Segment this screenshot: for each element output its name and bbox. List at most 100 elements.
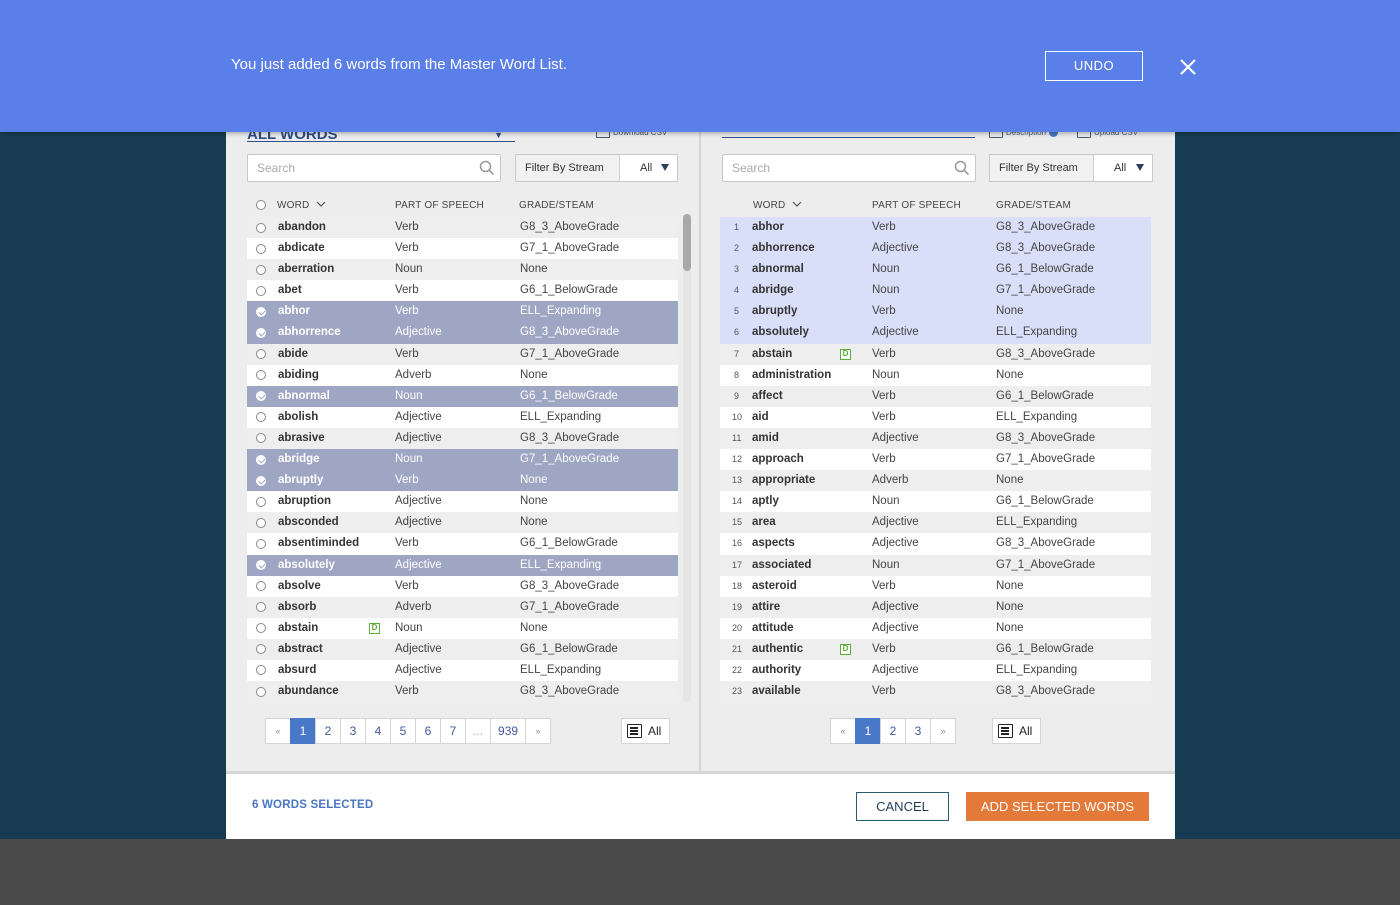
left-scrollbar-thumb[interactable] <box>683 214 691 271</box>
table-row[interactable]: 23 available Verb G8_3_AboveGrade <box>720 681 1151 703</box>
row-radio[interactable] <box>256 644 266 655</box>
table-row[interactable]: absolve Verb G8_3_AboveGrade <box>247 575 678 597</box>
left-search-input[interactable] <box>248 155 468 181</box>
table-row[interactable]: 3 abnormal Noun G6_1_BelowGrade <box>720 259 1151 281</box>
table-row[interactable]: 14 aptly Noun G6_1_BelowGrade <box>720 491 1151 513</box>
checked-radio[interactable] <box>256 327 266 338</box>
page-1-button[interactable]: 1 <box>290 718 316 744</box>
left-scrollbar-track[interactable] <box>683 214 691 702</box>
page-5-button[interactable]: 5 <box>390 718 416 744</box>
select-all-radio[interactable] <box>256 200 266 210</box>
page-3-button[interactable]: 3 <box>340 718 366 744</box>
table-row[interactable]: abide Verb G7_1_AboveGrade <box>247 343 678 365</box>
table-row[interactable]: 22 authority Adjective ELL_Expanding <box>720 659 1151 682</box>
row-radio[interactable] <box>256 581 266 592</box>
right-col-header-word[interactable]: WORD <box>753 200 802 214</box>
table-row[interactable]: 13 appropriate Adverb None <box>720 470 1151 492</box>
right-show-all-button[interactable]: All <box>992 718 1041 744</box>
search-icon[interactable] <box>479 160 495 176</box>
table-row[interactable]: abridge Noun G7_1_AboveGrade <box>247 449 678 471</box>
table-row[interactable]: 9 affect Verb G6_1_BelowGrade <box>720 385 1151 407</box>
checked-radio[interactable] <box>256 454 266 465</box>
row-radio[interactable] <box>256 264 266 275</box>
next-page-button[interactable]: » <box>525 718 552 744</box>
row-radio[interactable] <box>256 222 266 233</box>
page-939-button[interactable]: 939 <box>490 718 527 744</box>
table-row[interactable]: absurd Adjective ELL_Expanding <box>247 659 678 682</box>
cancel-button[interactable]: CANCEL <box>856 792 949 821</box>
table-row[interactable]: abrasive Adjective G8_3_AboveGrade <box>247 427 678 450</box>
table-row[interactable]: abnormal Noun G6_1_BelowGrade <box>247 385 678 407</box>
table-row[interactable]: absorb Adverb G7_1_AboveGrade <box>247 596 678 618</box>
table-row[interactable]: 20 attitude Adjective None <box>720 617 1151 639</box>
close-icon[interactable] <box>1177 56 1199 78</box>
page-7-button[interactable]: 7 <box>440 718 466 744</box>
table-row[interactable]: absentiminded Verb G6_1_BelowGrade <box>247 533 678 555</box>
table-row[interactable]: abet Verb G6_1_BelowGrade <box>247 280 678 302</box>
table-row[interactable]: 4 abridge Noun G7_1_AboveGrade <box>720 280 1151 302</box>
table-row[interactable]: abhorrence Adjective G8_3_AboveGrade <box>247 322 678 344</box>
table-row[interactable]: 5 abruptly Verb None <box>720 301 1151 323</box>
page-2-button[interactable]: 2 <box>315 718 341 744</box>
row-radio[interactable] <box>256 349 266 360</box>
add-selected-words-button[interactable]: ADD SELECTED WORDS <box>966 792 1149 821</box>
page-2-button[interactable]: 2 <box>880 718 906 744</box>
right-filter-by-stream[interactable]: Filter By Stream All <box>989 154 1153 182</box>
prev-page-button[interactable]: « <box>830 718 856 744</box>
table-row[interactable]: 19 attire Adjective None <box>720 596 1151 618</box>
left-search-box[interactable] <box>247 154 501 182</box>
checked-radio[interactable] <box>256 306 266 317</box>
page-6-button[interactable]: 6 <box>415 718 441 744</box>
table-row[interactable]: abhor Verb ELL_Expanding <box>247 301 678 323</box>
row-radio[interactable] <box>256 433 266 444</box>
page-4-button[interactable]: 4 <box>365 718 391 744</box>
row-radio[interactable] <box>256 517 266 528</box>
table-row[interactable]: abdicate Verb G7_1_AboveGrade <box>247 238 678 260</box>
table-row[interactable]: absconded Adjective None <box>247 512 678 534</box>
table-row[interactable]: 6 absolutely Adjective ELL_Expanding <box>720 322 1151 344</box>
table-row[interactable]: 18 asteroid Verb None <box>720 575 1151 597</box>
page-3-button[interactable]: 3 <box>905 718 931 744</box>
table-row[interactable]: 17 associated Noun G7_1_AboveGrade <box>720 554 1151 576</box>
next-page-button[interactable]: » <box>930 718 956 744</box>
row-radio[interactable] <box>256 412 266 423</box>
table-row[interactable]: 21 authentic D Verb G6_1_BelowGrade <box>720 638 1151 660</box>
search-icon[interactable] <box>954 160 970 176</box>
left-filter-by-stream[interactable]: Filter By Stream All <box>515 154 678 182</box>
right-search-box[interactable] <box>722 154 976 182</box>
table-row[interactable]: aberration Noun None <box>247 259 678 281</box>
right-search-input[interactable] <box>723 155 943 181</box>
table-row[interactable]: abolish Adjective ELL_Expanding <box>247 406 678 428</box>
row-radio[interactable] <box>256 665 266 676</box>
table-row[interactable]: 7 abstain D Verb G8_3_AboveGrade <box>720 343 1151 365</box>
table-row[interactable]: abruption Adjective None <box>247 491 678 513</box>
left-show-all-button[interactable]: All <box>621 718 670 744</box>
table-row[interactable]: 2 abhorrence Adjective G8_3_AboveGrade <box>720 238 1151 260</box>
prev-page-button[interactable]: « <box>265 718 291 744</box>
row-radio[interactable] <box>256 686 266 697</box>
table-row[interactable]: absolutely Adjective ELL_Expanding <box>247 554 678 576</box>
table-row[interactable]: 1 abhor Verb G8_3_AboveGrade <box>720 217 1151 239</box>
table-row[interactable]: abstain D Noun None <box>247 617 678 639</box>
table-row[interactable]: abstract Adjective G6_1_BelowGrade <box>247 638 678 660</box>
checked-radio[interactable] <box>256 391 266 402</box>
row-radio[interactable] <box>256 243 266 254</box>
table-row[interactable]: abundance Verb G8_3_AboveGrade <box>247 681 678 703</box>
table-row[interactable]: 15 area Adjective ELL_Expanding <box>720 512 1151 534</box>
table-row[interactable]: 12 approach Verb G7_1_AboveGrade <box>720 449 1151 471</box>
table-row[interactable]: abiding Adverb None <box>247 364 678 386</box>
undo-button[interactable]: UNDO <box>1045 51 1143 81</box>
col-header-word[interactable]: WORD <box>277 200 326 214</box>
row-radio[interactable] <box>256 623 266 634</box>
row-radio[interactable] <box>256 285 266 296</box>
checked-radio[interactable] <box>256 475 266 486</box>
row-radio[interactable] <box>256 602 266 613</box>
table-row[interactable]: 11 amid Adjective G8_3_AboveGrade <box>720 427 1151 450</box>
table-row[interactable]: 16 aspects Adjective G8_3_AboveGrade <box>720 533 1151 555</box>
row-radio[interactable] <box>256 538 266 549</box>
table-row[interactable]: abruptly Verb None <box>247 470 678 492</box>
row-radio[interactable] <box>256 496 266 507</box>
checked-radio[interactable] <box>256 560 266 570</box>
row-radio[interactable] <box>256 370 266 381</box>
table-row[interactable]: 10 aid Verb ELL_Expanding <box>720 406 1151 428</box>
